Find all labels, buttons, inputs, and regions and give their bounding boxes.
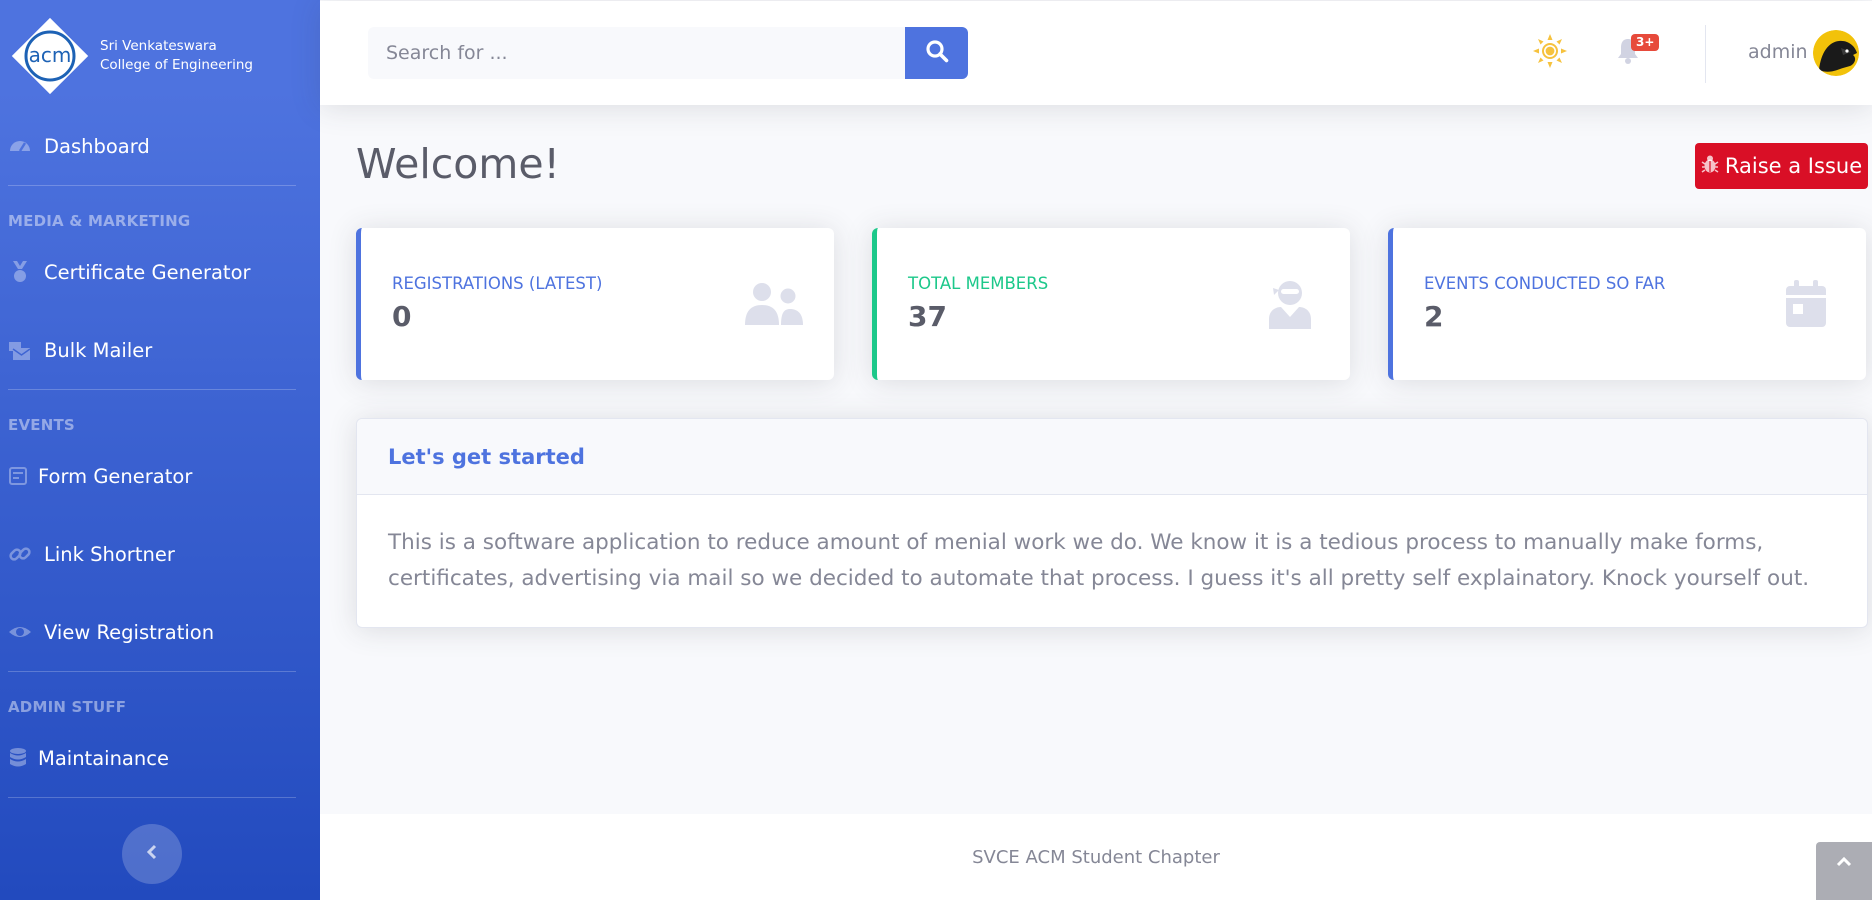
theme-toggle-button[interactable]	[1532, 34, 1568, 72]
sidebar-divider	[8, 185, 296, 186]
sidebar-item-label: Form Generator	[38, 464, 193, 488]
sidebar-item-form-generator[interactable]: Form Generator	[0, 448, 320, 504]
acm-logo: acm	[8, 14, 92, 98]
footer-text: SVCE ACM Student Chapter	[972, 846, 1220, 868]
search-icon	[925, 39, 949, 67]
stat-card-total-members: Total Members 37	[872, 228, 1350, 380]
sidebar-divider	[8, 671, 296, 672]
stat-card-label: Registrations (Latest)	[392, 274, 603, 293]
sidebar-item-view-registration[interactable]: View Registration	[0, 604, 320, 660]
bug-icon	[1701, 154, 1719, 179]
stat-card-events: Events Conducted So Far 2	[1388, 228, 1866, 380]
scroll-to-top-button[interactable]	[1816, 842, 1872, 900]
chevron-left-icon	[145, 843, 159, 865]
avatar[interactable]	[1813, 30, 1859, 76]
sidebar-item-label: Certificate Generator	[44, 260, 251, 284]
sidebar-divider	[8, 389, 296, 390]
topbar-divider	[1705, 25, 1706, 83]
notification-badge: 3+	[1631, 34, 1660, 51]
sidebar-brand[interactable]: acm Sri Venkateswara College of Engineer…	[8, 14, 253, 98]
brand-text: Sri Venkateswara College of Engineering	[100, 37, 253, 75]
link-icon	[8, 542, 32, 566]
medal-icon	[8, 260, 32, 284]
stat-card-value: 37	[908, 300, 947, 333]
sidebar-item-label: View Registration	[44, 620, 215, 644]
stat-card-value: 0	[392, 300, 412, 333]
sun-icon	[1533, 34, 1567, 72]
footer: SVCE ACM Student Chapter	[320, 814, 1872, 900]
sidebar-item-maintainance[interactable]: Maintainance	[0, 730, 320, 786]
chevron-up-icon	[1835, 852, 1853, 871]
sidebar-item-label: Link Shortner	[44, 542, 175, 566]
sidebar-heading-media: MEDIA & MARKETING	[8, 212, 191, 230]
sidebar-heading-admin: ADMIN STUFF	[8, 698, 127, 716]
sidebar-item-label: Maintainance	[38, 746, 169, 770]
intro-card: Let's get started This is a software app…	[356, 418, 1868, 628]
brand-line-1: Sri Venkateswara	[100, 38, 217, 54]
raise-issue-button[interactable]: Raise a Issue	[1695, 143, 1868, 189]
search-button[interactable]	[905, 27, 968, 79]
form-icon	[8, 464, 28, 488]
calendar-icon	[1774, 278, 1838, 330]
sidebar-item-dashboard[interactable]: Dashboard	[0, 118, 320, 174]
eye-icon	[8, 620, 32, 644]
acm-logo-text: acm	[28, 43, 72, 67]
stat-card-value: 2	[1424, 300, 1444, 333]
raise-issue-label: Raise a Issue	[1724, 154, 1863, 178]
sidebar-item-label: Dashboard	[44, 134, 150, 158]
user-ninja-icon	[1258, 278, 1322, 330]
search-input[interactable]	[368, 27, 905, 79]
users-icon	[742, 278, 806, 330]
stat-card-label: Total Members	[908, 274, 1049, 293]
mail-bulk-icon	[8, 338, 32, 362]
stat-card-registrations: Registrations (Latest) 0	[356, 228, 834, 380]
tachometer-icon	[8, 134, 32, 158]
sidebar-heading-events: EVENTS	[8, 416, 75, 434]
sidebar: acm Sri Venkateswara College of Engineer…	[0, 0, 320, 900]
sidebar-item-certificate-generator[interactable]: Certificate Generator	[0, 244, 320, 300]
stat-card-label: Events Conducted So Far	[1424, 274, 1666, 293]
topbar: 3+ admin	[320, 1, 1872, 105]
sidebar-divider	[8, 797, 296, 798]
brand-line-2: College of Engineering	[100, 57, 253, 73]
sidebar-item-label: Bulk Mailer	[44, 338, 153, 362]
intro-card-body: This is a software application to reduce…	[388, 530, 1810, 591]
user-name[interactable]: admin	[1748, 41, 1808, 63]
page-title: Welcome!	[356, 140, 560, 188]
search-form	[368, 27, 968, 79]
sidebar-toggle-button[interactable]	[122, 824, 182, 884]
database-icon	[8, 746, 28, 770]
sidebar-item-link-shortner[interactable]: Link Shortner	[0, 526, 320, 582]
sidebar-item-bulk-mailer[interactable]: Bulk Mailer	[0, 322, 320, 378]
intro-card-title: Let's get started	[357, 419, 1867, 495]
